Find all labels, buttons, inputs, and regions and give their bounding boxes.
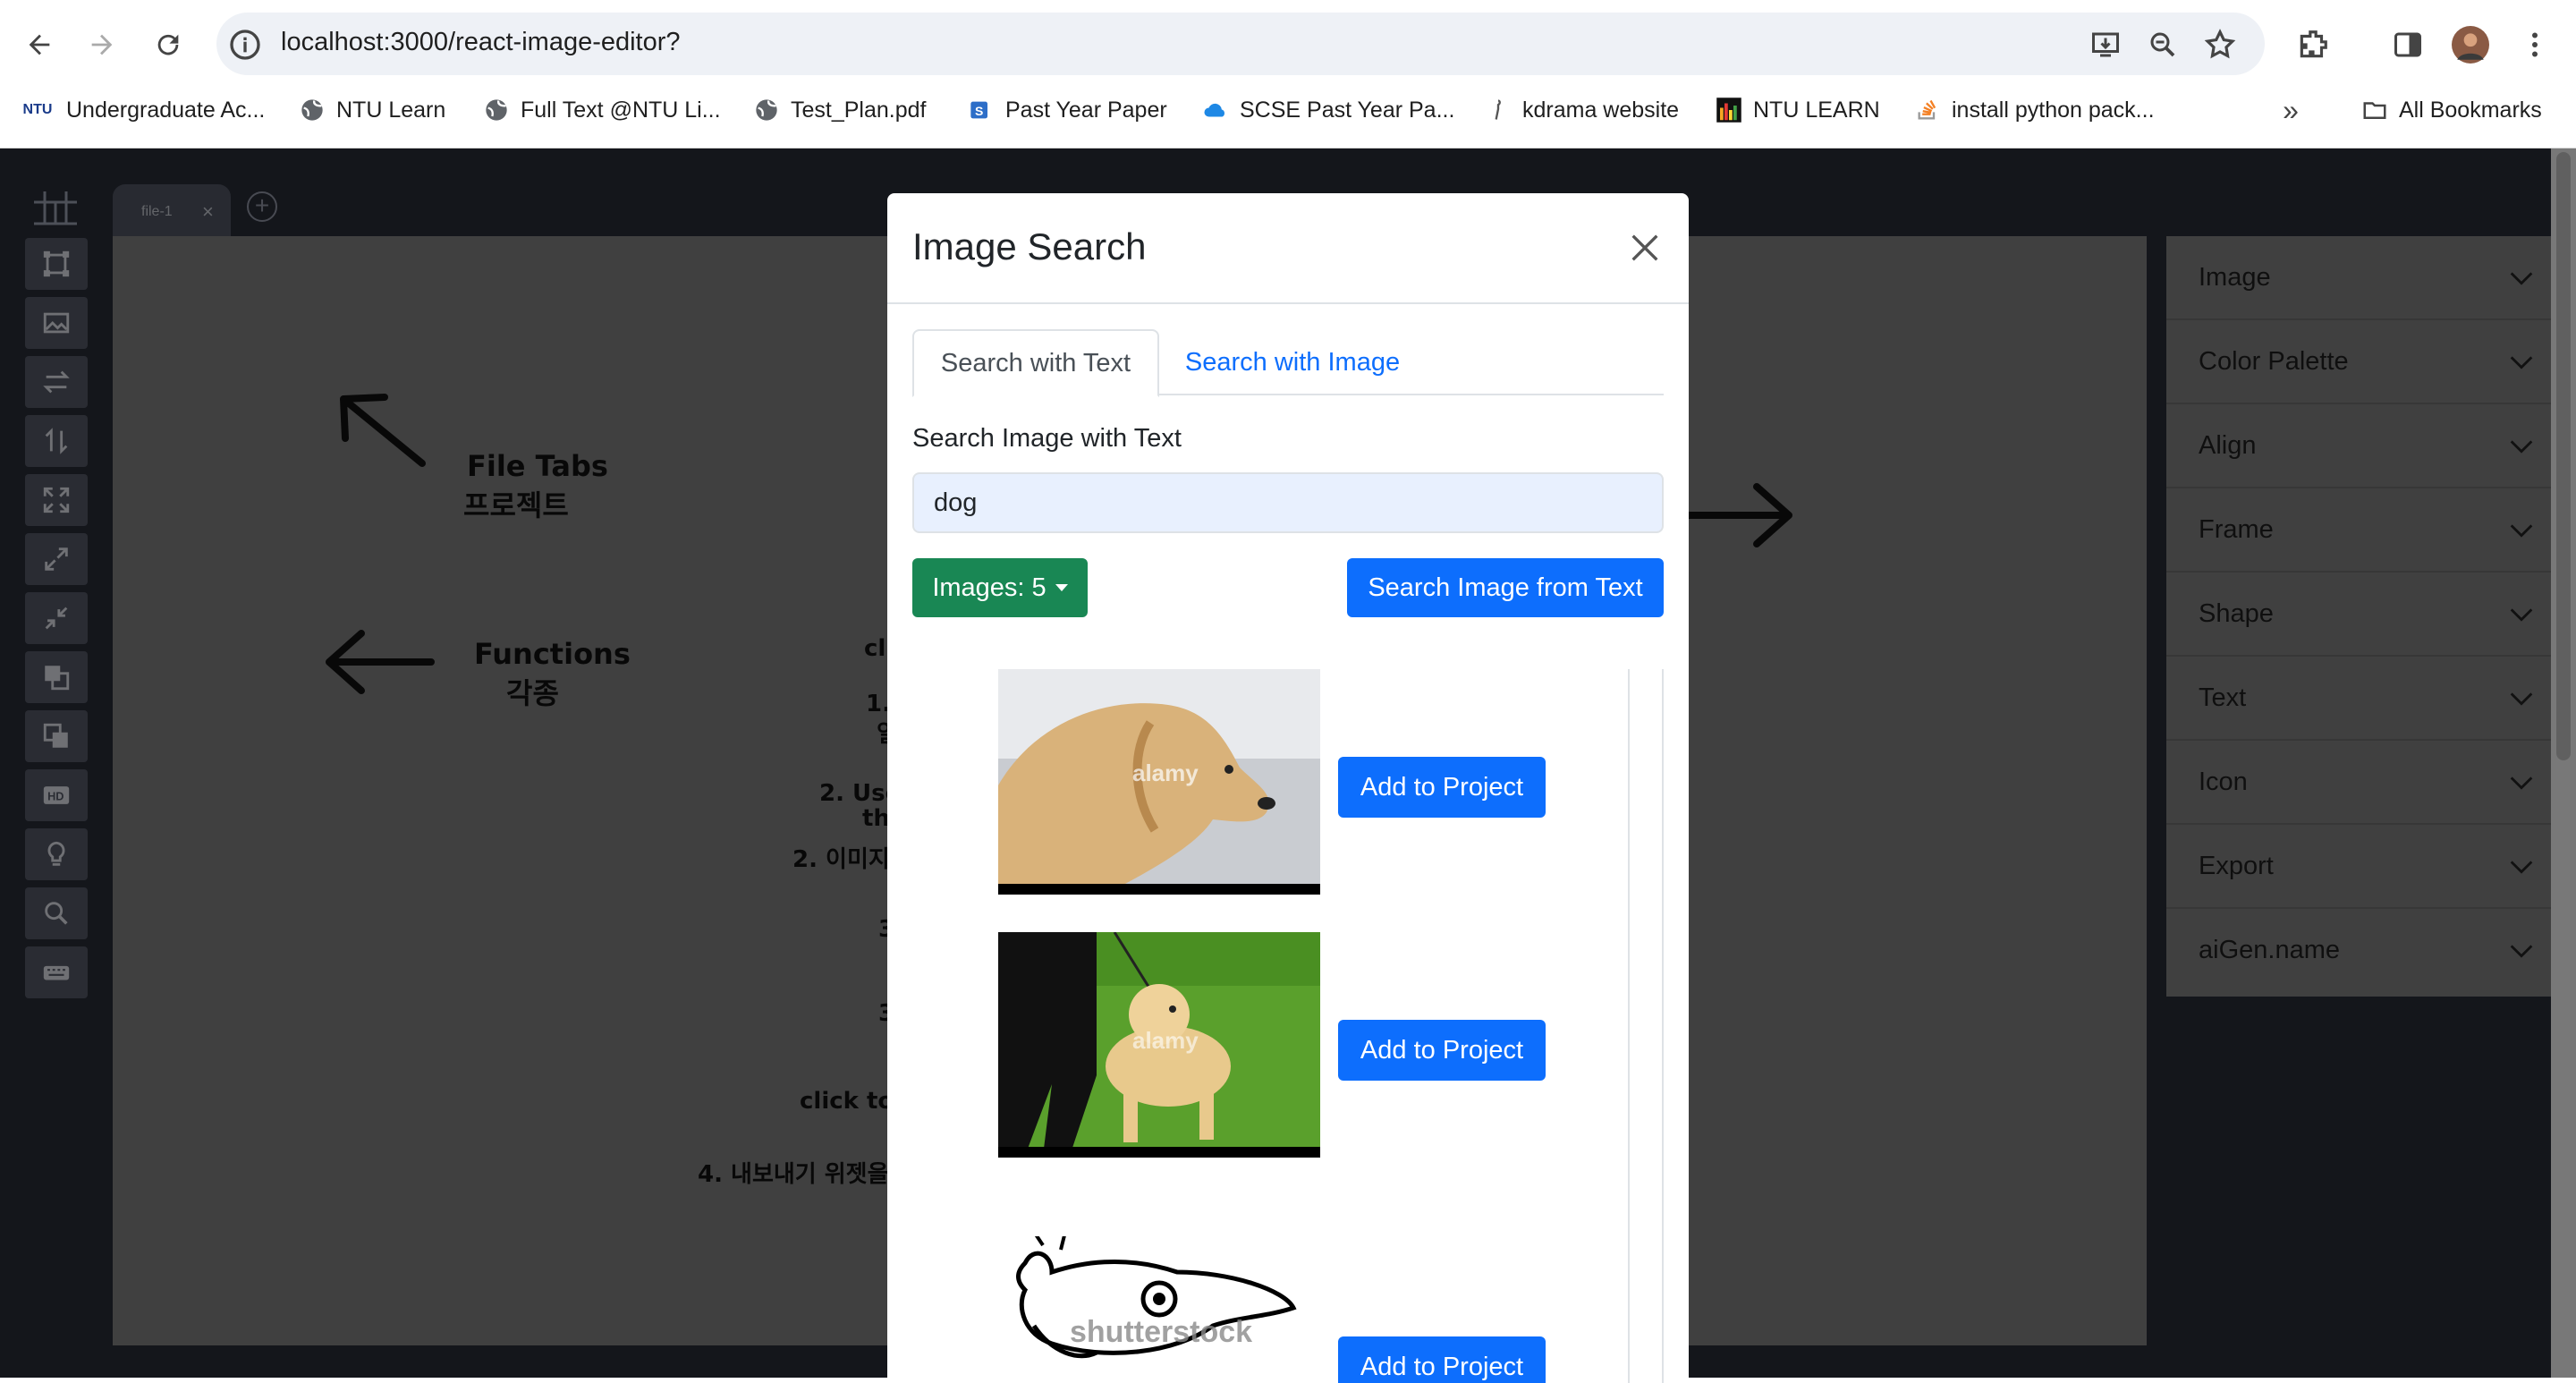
all-bookmarks-button[interactable]: All Bookmarks [2361, 93, 2542, 127]
bookmark-undergraduate[interactable]: NTU Undergraduate Ac... [20, 93, 266, 127]
chevron-double-right-icon: » [2283, 93, 2299, 126]
result-image-3: shutterstock [998, 1236, 1320, 1383]
menu-dots-icon[interactable] [2513, 23, 2556, 66]
install-app-icon[interactable] [2086, 25, 2125, 64]
bookmark-kdrama[interactable]: kdrama website [1485, 93, 1679, 127]
bookmark-star-icon[interactable] [2200, 25, 2240, 64]
results-scrollbar[interactable] [1628, 669, 1630, 1383]
watermark-alamy: alamy [1132, 1027, 1199, 1054]
tab-search-with-image[interactable]: Search with Image [1163, 329, 1422, 395]
globe-icon [483, 97, 510, 123]
image-search-modal: Image Search Search with Text Search wit… [887, 193, 1689, 1383]
result-image-1: alamy [998, 669, 1320, 895]
tab-search-with-text[interactable]: Search with Text [912, 329, 1159, 397]
sharepoint-icon: S [968, 97, 995, 123]
more-bookmarks-button[interactable]: » [2277, 93, 2304, 127]
search-tabs: Search with Text Search with Image [912, 329, 1664, 397]
search-results-list: alamy Add to Project alamy Add to Projec… [912, 669, 1664, 1383]
side-panel-icon[interactable] [2386, 23, 2429, 66]
watermark-shutterstock: shutterstock [1070, 1315, 1252, 1349]
close-button[interactable] [1623, 225, 1667, 270]
add-to-project-button-3[interactable]: Add to Project [1338, 1336, 1546, 1383]
svg-text:S: S [975, 104, 983, 118]
bookmark-full-text[interactable]: Full Text @NTU Li... [483, 93, 721, 127]
reload-button[interactable] [147, 23, 190, 66]
bookmark-past-year-paper[interactable]: S Past Year Paper [968, 93, 1167, 127]
caret-down-icon [1055, 584, 1068, 591]
url-text[interactable]: localhost:3000/react-image-editor? [281, 28, 681, 57]
bars-icon [1716, 97, 1742, 123]
back-button[interactable] [18, 23, 61, 66]
zoom-icon[interactable] [2143, 25, 2182, 64]
forward-button[interactable] [80, 23, 123, 66]
watermark-alamy: alamy [1132, 759, 1199, 786]
cloud-icon [1202, 97, 1229, 123]
bookmark-test-plan[interactable]: Test_Plan.pdf [753, 93, 927, 127]
profile-avatar[interactable] [2449, 23, 2492, 66]
result-image-2: alamy [998, 932, 1320, 1158]
search-input[interactable] [912, 472, 1664, 533]
modal-header: Image Search [887, 193, 1689, 304]
bookmark-ntu-learn-caps[interactable]: NTU LEARN [1716, 93, 1880, 127]
ntu-icon: NTU [22, 102, 53, 117]
bookmark-ntu-learn[interactable]: NTU Learn [299, 93, 445, 127]
reload-icon [157, 34, 179, 55]
hanger-icon [1485, 97, 1512, 123]
add-to-project-button-2[interactable]: Add to Project [1338, 1020, 1546, 1081]
globe-icon [753, 97, 780, 123]
folder-icon [2361, 97, 2388, 123]
back-arrow-icon [29, 34, 50, 55]
site-info-icon[interactable] [227, 27, 263, 63]
results-border [1662, 669, 1664, 1383]
search-field-label: Search Image with Text [912, 424, 1182, 453]
close-icon [1631, 234, 1658, 261]
globe-icon [299, 97, 326, 123]
modal-title: Image Search [912, 225, 1147, 267]
images-count-dropdown[interactable]: Images: 5 [912, 558, 1088, 617]
bookmark-install-python[interactable]: install python pack... [1914, 93, 2155, 127]
forward-arrow-icon [91, 34, 113, 55]
extensions-icon[interactable] [2292, 23, 2334, 66]
stackoverflow-icon [1914, 97, 1941, 123]
browser-toolbar: localhost:3000/react-image-editor? [0, 0, 2576, 88]
add-to-project-button-1[interactable]: Add to Project [1338, 757, 1546, 818]
search-image-from-text-button[interactable]: Search Image from Text [1347, 558, 1664, 617]
bookmark-scse-past-year[interactable]: SCSE Past Year Pa... [1202, 93, 1454, 127]
